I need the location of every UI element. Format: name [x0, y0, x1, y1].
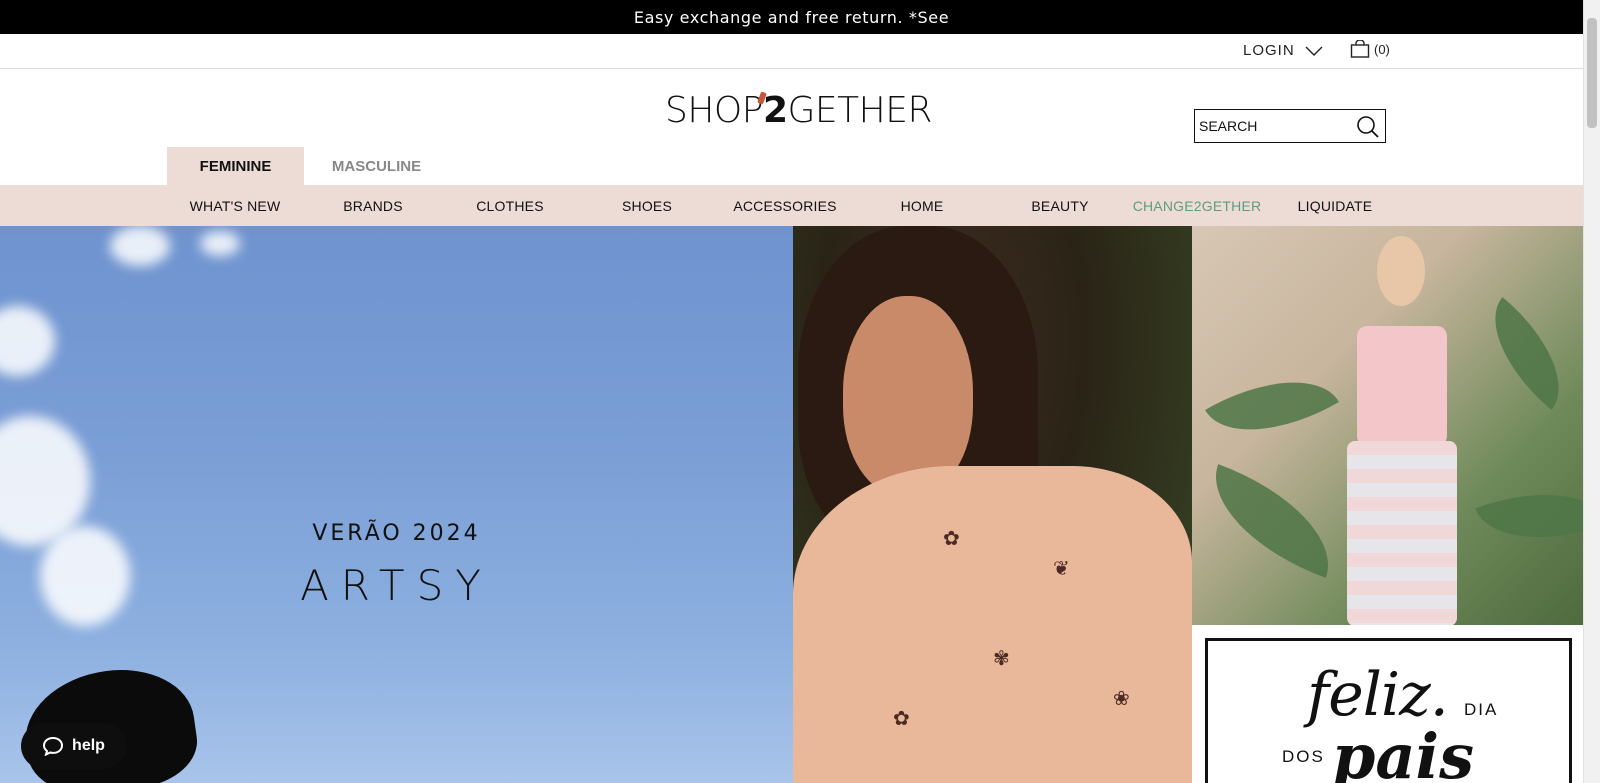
nav-item-home[interactable]: HOME [852, 185, 992, 226]
nav-item-accessories[interactable]: ACCESSORIES [715, 185, 855, 226]
nav-item-shoes[interactable]: SHOES [577, 185, 717, 226]
hero-model-photo[interactable]: ✿ ❦ ✾ ❀ ✿ [793, 226, 1192, 783]
cloud [110, 226, 170, 266]
cart-button[interactable]: (0) [1350, 40, 1390, 58]
hero-subtitle: VERÃO 2024 [312, 521, 481, 546]
search-box [1194, 109, 1386, 143]
nav-item-beauty[interactable]: BEAUTY [990, 185, 1130, 226]
scrollbar-thumb[interactable] [1587, 18, 1597, 128]
login-button[interactable]: LOGIN [1243, 42, 1323, 59]
leaf-decoration [1475, 467, 1583, 565]
cloud [200, 231, 240, 256]
nav-item-liquidate[interactable]: LIQUIDATE [1265, 185, 1405, 226]
hero-tropical-photo[interactable] [1192, 226, 1583, 625]
hero-title: ARTSY [300, 561, 493, 610]
tab-masculine-label: MASCULINE [331, 157, 422, 175]
main-nav: WHAT'S NEW BRANDS CLOTHES SHOES ACCESSOR… [0, 185, 1583, 226]
shopping-bag-icon [1350, 40, 1370, 58]
shirt-motif: ✿ [893, 708, 910, 730]
logo-text-before: SHOP [665, 90, 763, 131]
logo-accent: 2 [762, 90, 788, 131]
page-scrollbar[interactable] [1583, 0, 1600, 783]
tab-masculine[interactable]: MASCULINE [304, 147, 449, 185]
tab-feminine[interactable]: FEMININE [167, 147, 304, 185]
shirt-motif: ✾ [993, 648, 1010, 670]
search-input[interactable] [1199, 118, 1349, 134]
model-shirt [793, 466, 1192, 783]
login-label: LOGIN [1243, 42, 1295, 59]
shirt-motif: ❦ [1053, 558, 1070, 580]
model-top [1357, 326, 1447, 446]
tab-feminine-label: FEMININE [199, 157, 272, 175]
promo-dia-text: DIA [1464, 700, 1499, 719]
nav-item-clothes[interactable]: CLOTHES [440, 185, 580, 226]
announcement-bar[interactable]: Easy exchange and free return. *See [0, 0, 1583, 34]
announcement-text[interactable]: Easy exchange and free return. *See [634, 8, 949, 27]
help-label: help [72, 737, 105, 754]
leaf-decoration [1194, 464, 1350, 578]
chevron-down-icon [1305, 46, 1323, 56]
promo-pais-text: pais [1332, 720, 1474, 783]
leaf-decoration [1467, 297, 1583, 410]
model-head [1377, 236, 1425, 306]
promo-dos-text: DOS [1282, 747, 1325, 766]
site-logo[interactable]: SHOP2GETHER [665, 90, 933, 131]
shirt-motif: ❀ [1113, 688, 1130, 710]
nav-item-change2gether[interactable]: CHANGE2GETHER [1127, 185, 1267, 226]
search-icon[interactable] [1356, 115, 1380, 139]
hero-banner-artsy[interactable]: VERÃO 2024 ARTSY [0, 226, 793, 783]
leaf-decoration [1205, 350, 1339, 462]
shirt-motif: ✿ [943, 528, 960, 550]
cloud [0, 306, 55, 376]
cart-count: (0) [1374, 41, 1390, 57]
page: Easy exchange and free return. *See LOGI… [0, 0, 1600, 783]
nav-item-whats-new[interactable]: WHAT'S NEW [165, 185, 305, 226]
logo-text-after: GETHER [787, 90, 933, 131]
chat-bubble-icon [43, 736, 64, 756]
model-figure [1347, 236, 1457, 625]
promo-fathers-day[interactable]: feliz. DIA DOS pais [1192, 625, 1583, 783]
model-skirt [1347, 441, 1457, 625]
utility-bar: LOGIN (0) [0, 34, 1583, 69]
nav-item-brands[interactable]: BRANDS [303, 185, 443, 226]
help-chat-button[interactable]: help [21, 723, 126, 769]
